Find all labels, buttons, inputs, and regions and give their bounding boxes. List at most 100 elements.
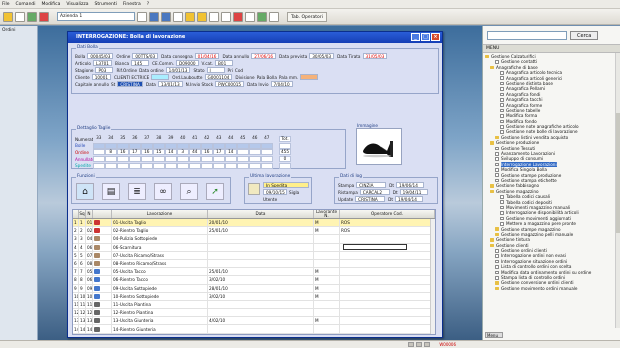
table-row[interactable]: 11 11 11 11-Uscita Piantina	[73, 300, 435, 310]
next-icon[interactable]	[161, 11, 171, 22]
row-lavorazione: 06-Rientro Tacco	[112, 276, 208, 284]
table-row[interactable]: 1 1 01 01-Uscita Taglio 20/01/10 M ROS	[73, 219, 435, 228]
size-header: 39	[165, 135, 177, 143]
size-header: 46	[249, 135, 261, 143]
maximize-icon[interactable]: □	[421, 33, 430, 41]
field-value: PWC00015	[215, 81, 245, 88]
print-icon[interactable]	[173, 11, 183, 22]
row-icon-cell	[93, 268, 112, 276]
menu-finestra[interactable]: Finestra	[123, 2, 141, 7]
delete-icon[interactable]	[233, 11, 243, 22]
find-icon[interactable]	[245, 11, 255, 22]
paste-icon[interactable]	[221, 11, 231, 22]
table-row[interactable]: 6 6 08 08-Rientro Ricamo/Strass	[73, 259, 435, 269]
taglie-group: Dettaglio Taglie Numerata 33 34 35 36 37 38 39 4…	[71, 126, 346, 169]
row-data	[208, 300, 314, 309]
ok-icon[interactable]	[257, 11, 267, 22]
table-row[interactable]: 7 7 05 05-Uscita Tacco 25/01/10 M	[73, 268, 435, 277]
menu-modifica[interactable]: Modifica	[42, 2, 61, 7]
minimize-icon[interactable]: _	[411, 33, 420, 41]
menu-visualizza[interactable]: Visualizza	[66, 2, 88, 7]
cerca-button[interactable]: Cerca	[570, 30, 599, 40]
tree-item-label: Gestione movimento ordini manuale	[501, 285, 578, 291]
new-icon[interactable]	[3, 11, 13, 22]
table-row[interactable]: 2 2 02 02-Rientro Taglio 25/01/10 M ROS	[73, 227, 435, 236]
column-header[interactable]: Data	[208, 210, 314, 218]
home-icon[interactable]: ⌂	[76, 183, 94, 200]
table-row[interactable]: 5 5 07 07-Uscita Ricamo/Strass	[73, 251, 435, 260]
taglie-cell	[129, 156, 141, 163]
refresh-icon[interactable]	[27, 11, 37, 22]
column-header[interactable]: Operatore Cod.	[340, 210, 435, 218]
binoculars-icon[interactable]: ∞	[154, 183, 172, 200]
dati-bolla-group: Dati Bolla Bolla 00045/03 Ordine 00TTS/03 Da…	[71, 45, 439, 94]
column-header[interactable]: Lavorazione	[112, 210, 208, 218]
document-icon	[500, 103, 504, 107]
row-num: 08	[87, 259, 93, 268]
funzioni-legend: Funzioni	[76, 174, 96, 179]
menu-footer-button[interactable]: Menu	[485, 332, 503, 338]
column-header[interactable]: Sq	[79, 210, 86, 218]
tree-item[interactable]: Gestione movimento ordini manuale	[485, 286, 618, 291]
tree-scroll-thumb[interactable]	[616, 113, 620, 233]
funzioni-group: Funzioni ⌂ ▤ ≣ ∞ ⌕ ➚	[71, 174, 231, 204]
menu-file[interactable]: File	[2, 2, 10, 7]
taglie-row: Spedite	[75, 162, 291, 169]
folder-icon[interactable]	[185, 11, 195, 22]
menu-[interactable]: ?	[147, 2, 149, 7]
open-icon[interactable]	[15, 11, 25, 22]
taglie-cell	[261, 149, 273, 156]
azienda-select[interactable]: Azienda 1	[57, 12, 135, 21]
list-icon[interactable]: ≣	[128, 183, 146, 200]
sigla-label: Sigla	[289, 190, 300, 195]
search-docs-icon[interactable]: ⌕	[180, 183, 198, 200]
prev-icon[interactable]	[149, 11, 159, 22]
table-row[interactable]: 4 4 06 06-Scarnitura	[73, 243, 435, 252]
tree-scrollbar[interactable]	[615, 53, 620, 328]
close-icon[interactable]	[39, 11, 49, 22]
table-row[interactable]: 10 10 10 10-Rientro Sottopiede 3/02/10 M	[73, 292, 435, 301]
close-window-icon[interactable]: ×	[431, 33, 440, 41]
green-arrow-icon[interactable]: ➚	[206, 183, 224, 200]
taglie-cell	[237, 149, 249, 156]
column-header[interactable]: N	[86, 210, 93, 218]
row-seq: 12	[80, 309, 86, 317]
operatore-input[interactable]	[343, 244, 407, 251]
row-num: 06	[87, 276, 93, 284]
row-seq: 1	[79, 219, 86, 227]
taglie-cell	[225, 156, 237, 163]
menu-comandi[interactable]: Comandi	[16, 2, 36, 7]
table-row[interactable]: 8 8 06 06-Rientro Tacco 3/02/10 M	[73, 276, 435, 285]
copy-icon[interactable]	[209, 11, 219, 22]
left-strip-label[interactable]: Ordini	[0, 26, 37, 35]
row-num: 05	[87, 268, 93, 276]
folder-open-icon[interactable]	[197, 11, 207, 22]
table-header: Sq N Lavorazione Data Lavorante N. Operatore …	[73, 210, 435, 219]
taglie-cell	[117, 162, 129, 169]
tab-operatori-button[interactable]: Tab. Operatori	[287, 11, 327, 22]
taglie-cell: 16	[141, 149, 153, 156]
row-lavorante: M	[314, 292, 340, 300]
taglie-row-label: Ordine	[75, 149, 89, 155]
search-input[interactable]	[487, 30, 567, 40]
table-row[interactable]: 13 13 13 13-Uscita Giunteria 4/02/10 M	[73, 317, 435, 326]
field-label: N.Invio Stock	[185, 81, 214, 87]
table-row[interactable]: 9 9 09 09-Uscita Sottopiede 28/01/10 M	[73, 284, 435, 293]
taglie-row: Bolle	[75, 142, 291, 150]
window-title[interactable]: INTERROGAZIONE: Bolla di lavorazione _ □…	[68, 32, 442, 43]
column-header[interactable]	[93, 210, 112, 218]
taglie-cell	[141, 142, 153, 149]
document-icon[interactable]: ▤	[102, 183, 120, 200]
table-row[interactable]: 14 14 14 14-Rientro Giunteria	[73, 325, 435, 334]
menu-strumenti[interactable]: Strumenti	[95, 2, 117, 7]
table-row[interactable]: 3 3 04 04-Pulizia Sottopiede	[73, 235, 435, 244]
utente-label: Utente	[263, 197, 278, 202]
column-header[interactable]: Lavorante N.	[314, 210, 340, 218]
document-icon	[495, 146, 499, 151]
taglie-cell	[225, 162, 237, 169]
table-scrollbar[interactable]	[430, 219, 435, 334]
lavorazione-icon	[94, 236, 100, 242]
table-row[interactable]: 12 12 12 12-Rientro Piantina	[73, 309, 435, 318]
save-icon[interactable]	[137, 11, 147, 22]
help-icon[interactable]	[269, 11, 279, 22]
